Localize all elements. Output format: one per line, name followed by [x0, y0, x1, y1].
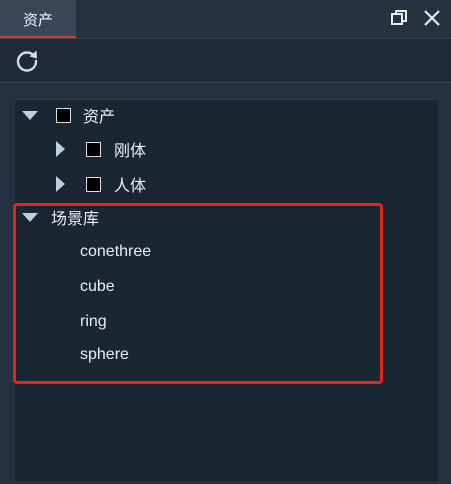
scene-item[interactable]: sphere	[80, 346, 129, 364]
tree-node-assets[interactable]: 资产	[22, 100, 115, 130]
human-body-checkbox[interactable]	[86, 176, 101, 192]
refresh-button[interactable]	[14, 48, 40, 74]
restore-window-icon	[391, 10, 407, 25]
tree-node-label: 人体	[114, 176, 147, 195]
close-button[interactable]	[421, 7, 443, 29]
assets-checkbox[interactable]	[56, 107, 71, 123]
restore-window-button[interactable]	[388, 7, 410, 29]
rigid-body-checkbox[interactable]	[86, 141, 101, 157]
tree-node-label: 资产	[83, 107, 116, 126]
tab-active-indicator	[0, 36, 76, 38]
tree-node-scene-library[interactable]: 场景库	[22, 202, 99, 232]
expand-triangle-icon[interactable]	[56, 176, 65, 192]
toolbar	[0, 39, 451, 83]
tree-node-label: 场景库	[51, 209, 100, 228]
scene-item[interactable]: conethree	[80, 243, 151, 261]
close-icon	[424, 10, 440, 26]
scene-item[interactable]: ring	[80, 313, 107, 331]
expand-triangle-icon[interactable]	[56, 141, 65, 157]
tab-assets[interactable]: 资产	[0, 0, 76, 38]
tree-node-human-body[interactable]: 人体	[56, 169, 146, 199]
collapse-triangle-icon[interactable]	[22, 110, 38, 120]
collapse-triangle-icon[interactable]	[22, 212, 38, 222]
tree-node-rigid-body[interactable]: 刚体	[56, 134, 146, 164]
scene-item[interactable]: cube	[80, 278, 115, 296]
tree-node-label: 刚体	[114, 141, 147, 160]
refresh-icon	[16, 50, 38, 72]
tab-label: 资产	[22, 10, 53, 29]
title-bar: 资产	[0, 0, 451, 39]
